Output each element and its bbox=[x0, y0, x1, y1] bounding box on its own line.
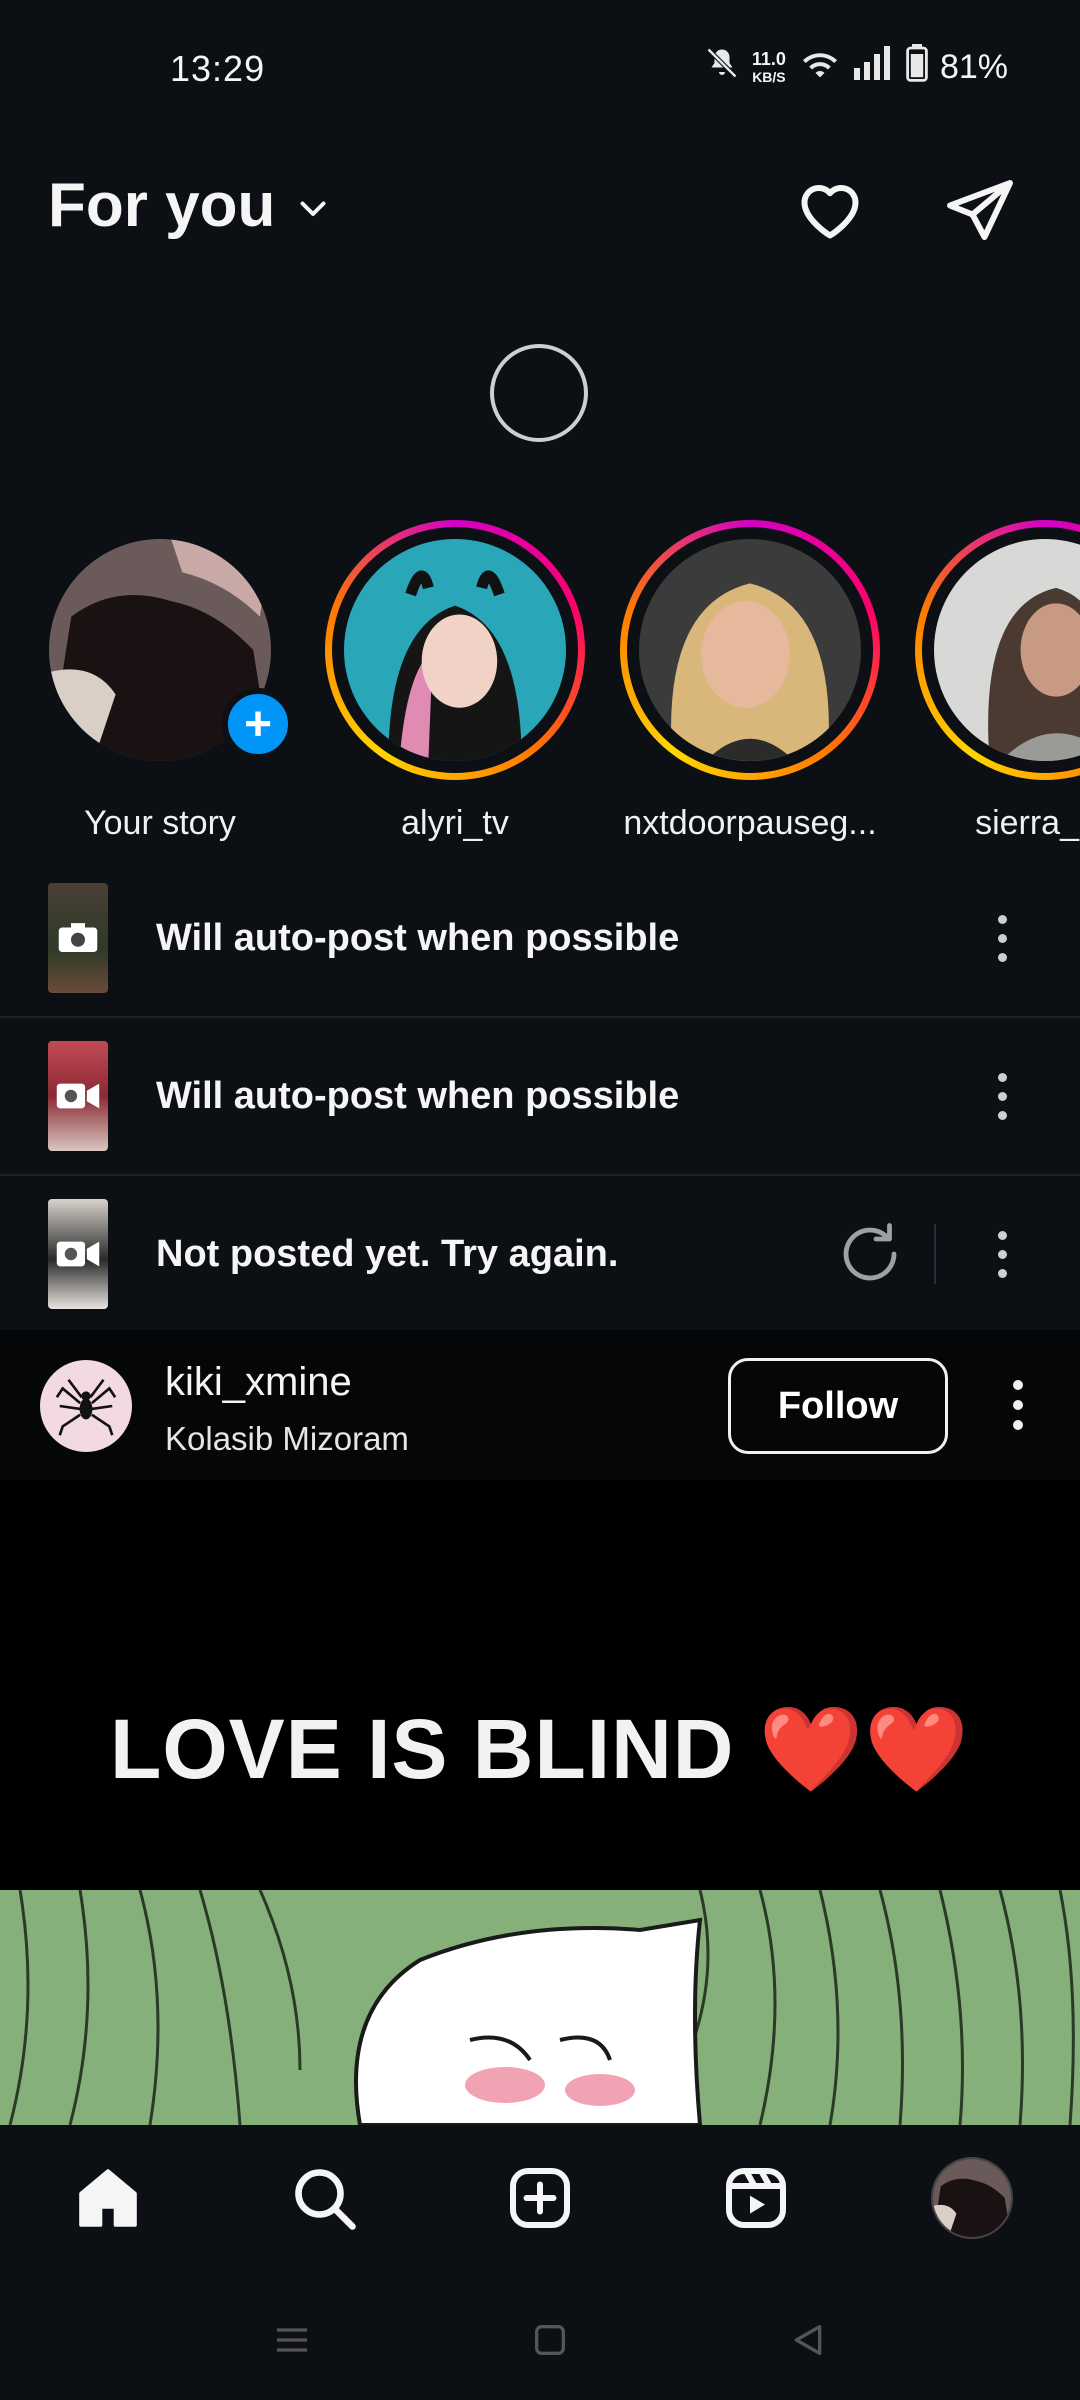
stories-tray: + Your story alyri_tv nxtdoorpauseg... s… bbox=[0, 520, 1080, 850]
chevron-down-icon bbox=[295, 170, 331, 241]
retry-icon[interactable] bbox=[830, 1214, 910, 1294]
search-icon[interactable] bbox=[279, 2153, 369, 2243]
story-name: Your story bbox=[84, 804, 236, 842]
upload-thumbnail bbox=[48, 1041, 108, 1151]
more-options-icon[interactable] bbox=[980, 1056, 1024, 1136]
reels-icon[interactable] bbox=[711, 2153, 801, 2243]
story-ring-gap bbox=[332, 527, 578, 773]
post-illustration bbox=[0, 1889, 1080, 2125]
story-name: sierra_ca bbox=[975, 804, 1080, 842]
upload-status-text: Will auto-post when possible bbox=[156, 916, 680, 959]
home-icon[interactable] bbox=[63, 2153, 153, 2243]
post-header: kiki_xmine Kolasib Mizoram Follow bbox=[0, 1330, 1080, 1480]
post-username[interactable]: kiki_xmine bbox=[165, 1360, 352, 1405]
app-header: For you bbox=[0, 160, 1080, 260]
post-media[interactable]: LOVE IS BLIND ❤️❤️ bbox=[0, 1480, 1080, 2125]
upload-thumbnail bbox=[48, 883, 108, 993]
caption-text: LOVE IS BLIND bbox=[110, 1702, 735, 1796]
video-icon bbox=[56, 1083, 100, 1109]
feed-selector[interactable]: For you bbox=[48, 170, 331, 241]
post-more-options-icon[interactable] bbox=[996, 1365, 1040, 1445]
bottom-navigation bbox=[0, 2125, 1080, 2270]
story-ring-gap bbox=[922, 527, 1080, 773]
status-time: 13:29 bbox=[170, 48, 266, 89]
story-ring bbox=[620, 520, 880, 780]
signal-icon bbox=[853, 46, 894, 89]
pending-upload-row[interactable]: Will auto-post when possible bbox=[0, 1018, 1080, 1176]
menu-icon[interactable] bbox=[262, 2310, 322, 2370]
upload-status-text: Will auto-post when possible bbox=[156, 1074, 680, 1117]
story-your-story[interactable]: + Your story bbox=[30, 520, 294, 843]
instagram-feed-screen: 13:29 11.0 KB/S 81% For you + Your story… bbox=[0, 0, 1080, 2400]
loading-spinner bbox=[490, 344, 588, 442]
story-name: alyri_tv bbox=[401, 804, 509, 842]
story-item[interactable]: nxtdoorpauseg... bbox=[620, 520, 880, 843]
avatar bbox=[934, 539, 1080, 761]
more-options-icon[interactable] bbox=[980, 1214, 1024, 1294]
heart-icon[interactable] bbox=[790, 170, 870, 250]
story-item[interactable]: alyri_tv bbox=[325, 520, 585, 843]
send-icon[interactable] bbox=[940, 170, 1020, 250]
battery-icon bbox=[906, 44, 928, 91]
divider bbox=[934, 1224, 936, 1284]
net-speed-unit: KB/S bbox=[752, 68, 786, 85]
caption-hearts: ❤️❤️ bbox=[758, 1702, 970, 1796]
mute-icon bbox=[704, 45, 740, 90]
story-ring-gap bbox=[627, 527, 873, 773]
pending-upload-row[interactable]: Not posted yet. Try again. bbox=[0, 1176, 1080, 1334]
more-options-icon[interactable] bbox=[980, 898, 1024, 978]
camera-icon bbox=[58, 923, 98, 952]
upload-thumbnail bbox=[48, 1199, 108, 1309]
network-speed: 11.0 KB/S bbox=[752, 50, 786, 86]
battery-percent: 81% bbox=[939, 48, 1008, 86]
avatar bbox=[931, 2156, 1013, 2239]
avatar[interactable] bbox=[40, 1360, 132, 1452]
create-icon[interactable] bbox=[495, 2153, 585, 2243]
net-speed-value: 11.0 bbox=[751, 48, 786, 69]
post-location[interactable]: Kolasib Mizoram bbox=[165, 1420, 409, 1458]
profile-avatar[interactable] bbox=[927, 2153, 1017, 2243]
status-bar: 13:29 11.0 KB/S 81% bbox=[0, 0, 1080, 140]
home-square-icon[interactable] bbox=[520, 2310, 580, 2370]
follow-button[interactable]: Follow bbox=[728, 1358, 948, 1454]
spider-icon bbox=[55, 1378, 117, 1436]
post-caption-overlay: LOVE IS BLIND ❤️❤️ bbox=[0, 1700, 1080, 1799]
page-title: For you bbox=[48, 171, 276, 240]
status-icons: 11.0 KB/S 81% bbox=[704, 44, 1008, 91]
wifi-icon bbox=[798, 45, 842, 90]
header-actions bbox=[790, 170, 1020, 250]
story-item[interactable]: sierra_ca bbox=[915, 520, 1080, 843]
story-name: nxtdoorpauseg... bbox=[623, 804, 877, 842]
pending-upload-row[interactable]: Will auto-post when possible bbox=[0, 860, 1080, 1018]
avatar bbox=[639, 539, 861, 761]
story-ring bbox=[915, 520, 1080, 780]
upload-status-text: Not posted yet. Try again. bbox=[156, 1232, 619, 1275]
video-icon bbox=[56, 1241, 100, 1267]
add-story-button[interactable]: + bbox=[222, 688, 294, 760]
pending-uploads-list: Will auto-post when possible Will auto-p… bbox=[0, 860, 1080, 1334]
story-ring bbox=[325, 520, 585, 780]
back-icon[interactable] bbox=[778, 2310, 838, 2370]
system-navigation-bar bbox=[0, 2270, 1080, 2400]
avatar bbox=[344, 539, 566, 761]
